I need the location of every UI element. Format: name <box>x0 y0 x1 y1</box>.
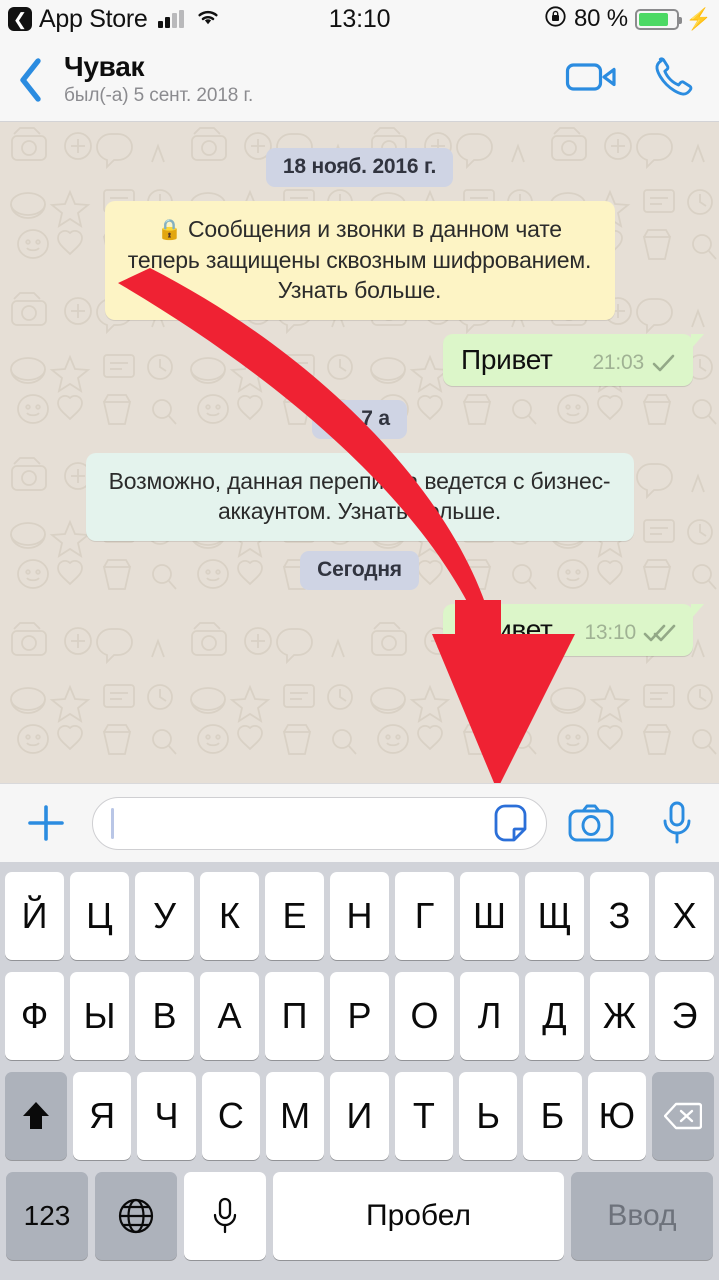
battery-icon <box>634 8 682 30</box>
encryption-notice-text: Сообщения и звонки в данном чате теперь … <box>127 216 592 304</box>
contact-name: Чувак <box>64 51 145 83</box>
microphone-icon[interactable] <box>635 800 719 846</box>
key-В[interactable]: В <box>135 972 194 1060</box>
key-Ж[interactable]: Ж <box>590 972 649 1060</box>
video-camera-icon[interactable] <box>565 58 619 101</box>
shift-arrow-icon[interactable] <box>5 1072 68 1160</box>
lightning-bolt-icon: ⚡ <box>685 7 712 31</box>
rotation-lock-icon <box>544 5 567 33</box>
key-Ф[interactable]: Ф <box>5 972 64 1060</box>
chat-message-list[interactable]: 18 нояб. 2016 г. 🔒 Сообщения и звонки в … <box>0 122 719 783</box>
key-Д[interactable]: Д <box>525 972 584 1060</box>
message-meta: 13:10 <box>584 621 677 645</box>
backspace-icon[interactable] <box>651 1072 714 1160</box>
key-И[interactable]: И <box>330 1072 389 1160</box>
keyboard-row-3: ЯЧСМИТЬБЮ <box>0 1072 719 1160</box>
keyboard-row-2: ФЫВАПРОЛДЖЭ <box>0 972 719 1060</box>
enter-key[interactable]: Ввод <box>571 1172 713 1260</box>
key-Е[interactable]: Е <box>265 872 324 960</box>
message-text: Привет <box>461 613 553 645</box>
key-У[interactable]: У <box>135 872 194 960</box>
key-Й[interactable]: Й <box>5 872 64 960</box>
message-bubble-outgoing[interactable]: Привет 13:10 <box>443 603 704 656</box>
battery-percent-label: 80 % <box>573 5 628 32</box>
back-chevron-icon[interactable] <box>0 57 60 103</box>
double-check-icon <box>643 623 677 643</box>
message-meta: 21:03 <box>592 351 677 375</box>
status-bar: ❮ App Store 13:10 80 % ⚡ <box>0 0 719 38</box>
message-text: Привет <box>461 343 553 375</box>
key-Ы[interactable]: Ы <box>70 972 129 1060</box>
message-time: 13:10 <box>584 620 636 644</box>
status-bar-right: 80 % ⚡ <box>544 5 719 33</box>
key-Э[interactable]: Э <box>655 972 714 1060</box>
key-О[interactable]: О <box>395 972 454 1060</box>
business-notice-text: Возможно, данная переписка ведется с биз… <box>108 467 611 525</box>
key-К[interactable]: К <box>200 872 259 960</box>
messages-container: 18 нояб. 2016 г. 🔒 Сообщения и звонки в … <box>0 122 719 678</box>
date-separator: 18 нояб. 2016 г. <box>12 148 707 187</box>
keyboard-row-4: 123 Пробел Ввод <box>0 1172 719 1260</box>
whatsapp-chat-screen: ❮ App Store 13:10 80 % ⚡ Чувак был(-а) 5… <box>0 0 719 1280</box>
chat-header: Чувак был(-а) 5 сент. 2018 г. <box>0 38 719 122</box>
key-Ь[interactable]: Ь <box>458 1072 518 1160</box>
keyboard-row-1: ЙЦУКЕНГШЩЗХ <box>0 872 719 960</box>
date-chip-label: 18 нояб. 2016 г. <box>265 148 454 187</box>
single-check-icon <box>651 353 677 373</box>
globe-icon[interactable] <box>95 1172 177 1260</box>
key-Я[interactable]: Я <box>73 1072 132 1160</box>
plus-icon[interactable] <box>0 800 92 846</box>
numbers-key[interactable]: 123 <box>6 1172 88 1260</box>
key-Л[interactable]: Л <box>460 972 519 1060</box>
key-Ч[interactable]: Ч <box>137 1072 196 1160</box>
space-key[interactable]: Пробел <box>273 1172 564 1260</box>
message-row-outgoing: Привет 13:10 <box>12 603 707 656</box>
key-Т[interactable]: Т <box>394 1072 453 1160</box>
camera-icon[interactable] <box>547 802 635 844</box>
date-separator: вт, 7 а <box>12 399 707 439</box>
sticker-icon[interactable] <box>492 802 534 844</box>
dictation-microphone-icon[interactable] <box>184 1172 266 1260</box>
on-screen-keyboard[interactable]: ЙЦУКЕНГШЩЗХ ФЫВАПРОЛДЖЭ ЯЧСМИТЬБЮ 123 Пр… <box>0 862 719 1280</box>
key-М[interactable]: М <box>266 1072 325 1160</box>
lock-icon: 🔒 <box>157 219 182 241</box>
message-row-outgoing: Привет 21:03 <box>12 333 707 386</box>
key-Н[interactable]: Н <box>330 872 389 960</box>
message-time: 21:03 <box>592 350 644 374</box>
key-Г[interactable]: Г <box>395 872 454 960</box>
message-bubble-outgoing[interactable]: Привет 21:03 <box>443 333 704 386</box>
key-Ц[interactable]: Ц <box>70 872 129 960</box>
key-Х[interactable]: Х <box>655 872 714 960</box>
encryption-notice-bubble[interactable]: 🔒 Сообщения и звонки в данном чате тепер… <box>104 201 615 320</box>
chat-header-actions <box>565 54 719 105</box>
contact-last-seen: был(-а) 5 сент. 2018 г. <box>64 84 254 106</box>
key-Ш[interactable]: Ш <box>460 872 519 960</box>
date-chip-label: вт, 7 а <box>312 399 407 439</box>
business-account-notice-bubble[interactable]: Возможно, данная переписка ведется с биз… <box>85 452 634 541</box>
date-separator: Сегодня <box>12 550 707 590</box>
date-chip-label: Сегодня <box>300 550 419 590</box>
message-input-field[interactable] <box>92 796 547 850</box>
key-Ю[interactable]: Ю <box>587 1072 646 1160</box>
key-С[interactable]: С <box>201 1072 260 1160</box>
chat-header-titles[interactable]: Чувак был(-а) 5 сент. 2018 г. <box>60 52 565 106</box>
key-Б[interactable]: Б <box>523 1072 582 1160</box>
text-cursor <box>111 807 114 839</box>
key-А[interactable]: А <box>200 972 259 1060</box>
phone-handset-icon[interactable] <box>649 54 695 105</box>
key-Р[interactable]: Р <box>330 972 389 1060</box>
key-З[interactable]: З <box>590 872 649 960</box>
key-Щ[interactable]: Щ <box>525 872 584 960</box>
key-П[interactable]: П <box>265 972 324 1060</box>
message-input-bar <box>0 783 719 862</box>
